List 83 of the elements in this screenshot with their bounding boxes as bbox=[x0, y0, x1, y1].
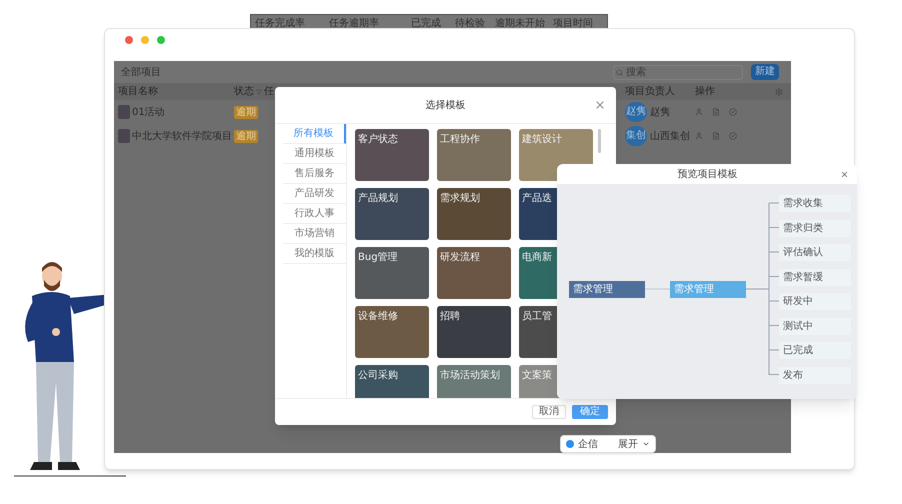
dialog-title: 预览项目模板 bbox=[676, 168, 738, 182]
category-item[interactable]: 市场营销 bbox=[283, 224, 346, 244]
close-icon[interactable] bbox=[594, 99, 606, 111]
breadcrumb-text: 全部项目 bbox=[121, 66, 161, 80]
template-name: Bug管理 bbox=[358, 252, 398, 263]
connector-line bbox=[644, 288, 670, 290]
template-card[interactable]: 招聘 bbox=[437, 306, 511, 358]
owner-name: 赵隽 bbox=[650, 106, 671, 120]
column-header: 任 bbox=[264, 85, 274, 99]
expand-toggle[interactable]: 展开 bbox=[618, 436, 638, 452]
template-name: 文案策 bbox=[522, 370, 552, 381]
category-item[interactable]: 售后服务 bbox=[283, 164, 346, 184]
column-header: 已完成 bbox=[411, 16, 442, 31]
template-name: 设备维修 bbox=[358, 311, 398, 322]
template-name: 市场活动策划 bbox=[440, 370, 500, 381]
template-name: 研发流程 bbox=[440, 252, 480, 263]
column-header: 逾期未开始 bbox=[495, 16, 546, 31]
category-item[interactable]: 产品研发 bbox=[283, 184, 346, 204]
close-icon[interactable] bbox=[840, 170, 849, 178]
dialog-title: 选择模板 bbox=[424, 98, 466, 112]
search-icon bbox=[616, 68, 623, 76]
column-header: 状态 bbox=[234, 84, 255, 99]
owner-name: 山西集创 bbox=[650, 130, 691, 144]
template-card[interactable]: 市场活动策划 bbox=[437, 365, 511, 398]
leaf-node[interactable]: 需求归类 bbox=[779, 220, 851, 236]
column-header: 操作 bbox=[695, 85, 716, 99]
template-name: 建筑设计 bbox=[522, 134, 562, 145]
status-badge: 逾期 bbox=[234, 130, 258, 142]
template-card[interactable]: 设备维修 bbox=[355, 306, 429, 358]
template-name: 需求规划 bbox=[440, 193, 480, 204]
owner-avatar: 集创 bbox=[625, 126, 647, 146]
photo-placeholder bbox=[118, 129, 130, 143]
settings-icon[interactable] bbox=[775, 88, 783, 96]
chevron-down-icon bbox=[642, 440, 650, 448]
category-item[interactable]: 行政人事 bbox=[283, 204, 346, 224]
template-card[interactable]: 工程协作 bbox=[437, 129, 511, 181]
chat-bar[interactable]: 企信 展开 bbox=[560, 435, 656, 453]
template-name: 工程协作 bbox=[440, 134, 480, 145]
template-name: 招聘 bbox=[440, 311, 460, 322]
chat-label: 企信 bbox=[578, 438, 599, 452]
photo-placeholder bbox=[118, 105, 130, 119]
cancel-button[interactable]: 取消 bbox=[532, 405, 566, 419]
filter-icon[interactable] bbox=[256, 88, 262, 94]
root-node[interactable]: 需求管理 bbox=[569, 281, 645, 298]
template-card[interactable]: 公司采购 bbox=[355, 365, 429, 398]
column-header: 待检验 bbox=[455, 16, 486, 31]
template-name: 员工管 bbox=[522, 311, 552, 322]
document-icon[interactable] bbox=[712, 108, 720, 116]
category-item[interactable]: 通用模板 bbox=[283, 144, 346, 164]
template-name: 电商新 bbox=[522, 252, 552, 263]
person-icon[interactable] bbox=[695, 108, 703, 116]
leaf-node[interactable]: 研发中 bbox=[779, 293, 851, 310]
owner-avatar: 赵隽 bbox=[625, 102, 647, 122]
new-button[interactable]: 新建 bbox=[751, 64, 779, 80]
leaf-node[interactable]: 测试中 bbox=[779, 318, 851, 334]
leaf-node[interactable]: 需求暂缓 bbox=[779, 268, 851, 286]
template-card[interactable]: 产品规划 bbox=[355, 188, 429, 240]
column-header: 任务完成率 bbox=[255, 16, 306, 31]
leaf-node[interactable]: 评估确认 bbox=[779, 244, 851, 261]
template-card[interactable]: 需求规划 bbox=[437, 188, 511, 240]
category-item[interactable]: 我的模版 bbox=[283, 244, 346, 264]
column-header: 任务逾期率 bbox=[329, 16, 380, 31]
category-item[interactable]: 所有模板 bbox=[283, 124, 346, 144]
column-header: 项目负责人 bbox=[625, 84, 676, 99]
template-card[interactable]: 客户状态 bbox=[355, 129, 429, 181]
template-card[interactable]: 研发流程 bbox=[437, 247, 511, 299]
status-badge: 逾期 bbox=[234, 106, 258, 118]
leaf-node[interactable]: 发布 bbox=[779, 366, 851, 384]
scrollbar[interactable] bbox=[598, 129, 601, 153]
column-header: 项目时间 bbox=[553, 16, 594, 31]
search-field[interactable]: 搜索 bbox=[613, 64, 743, 80]
template-name: 产品规划 bbox=[358, 193, 398, 204]
check-circle-icon[interactable] bbox=[729, 108, 737, 116]
column-header: 项目名称 bbox=[118, 85, 159, 99]
document-icon[interactable] bbox=[712, 132, 720, 140]
check-circle-icon[interactable] bbox=[729, 132, 737, 140]
template-name: 公司采购 bbox=[358, 370, 398, 381]
template-card[interactable]: Bug管理 bbox=[355, 247, 429, 299]
leaf-node[interactable]: 需求收集 bbox=[779, 195, 851, 212]
person-icon[interactable] bbox=[695, 132, 703, 140]
template-name: 产品迭 bbox=[522, 193, 552, 204]
leaf-node[interactable]: 已完成 bbox=[779, 342, 851, 359]
template-name: 客户状态 bbox=[358, 134, 398, 145]
